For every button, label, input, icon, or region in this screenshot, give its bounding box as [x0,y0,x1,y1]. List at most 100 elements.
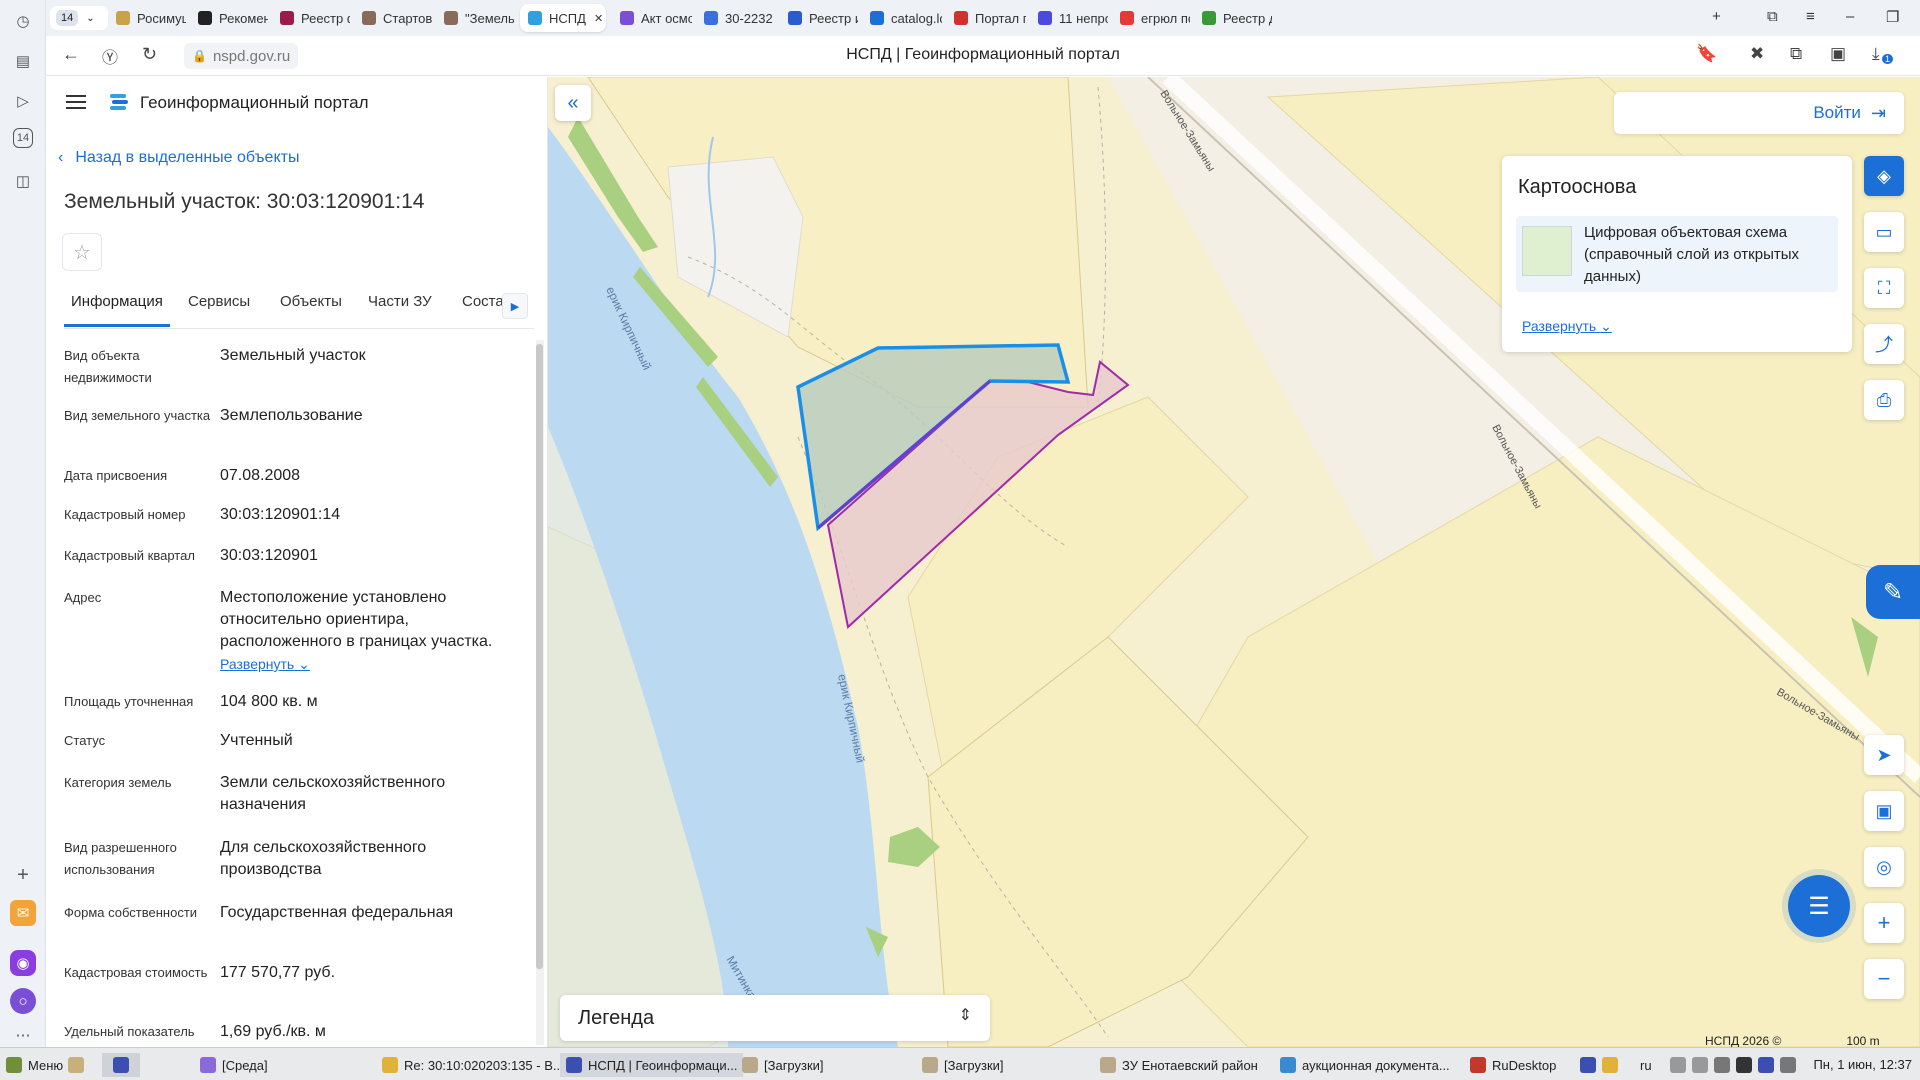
files-launcher-icon[interactable] [68,1053,90,1077]
taskbar-item[interactable]: Re: 30:10:020203:135 - В... [382,1053,564,1077]
battery-icon[interactable] [1780,1057,1796,1073]
browser-tab[interactable]: Росимущ [108,4,186,32]
taskbar-item[interactable]: [Загрузки] [742,1053,824,1077]
menu-icon[interactable]: ≡ [1806,8,1815,25]
tab-favicon-icon [1120,11,1134,25]
property-label: Площадь уточненная [64,694,194,709]
browser-tab[interactable]: catalog.lot [862,4,942,32]
screenshot-icon[interactable]: ◫ [10,168,36,194]
browser-tab[interactable]: Портал го [946,4,1026,32]
tab-label: Рекоменд [219,10,268,26]
browser-launcher-icon[interactable] [102,1053,140,1077]
taskbar-item[interactable]: аукционная документа... [1280,1053,1450,1077]
tab-services[interactable]: Сервисы [188,293,250,327]
extension-icon[interactable]: ✖ [1750,44,1764,64]
browser-tab[interactable]: Реестр фе [272,4,350,32]
chevron-down-icon: ⌄ [1600,318,1612,334]
property-value: 177 570,77 руб. [220,964,336,981]
layers-icon[interactable]: ◈ [1864,156,1904,196]
select-area-icon[interactable]: ⛶ [1864,268,1904,308]
browser-tab[interactable]: Стартова [354,4,432,32]
locate-icon[interactable]: ➤ [1864,735,1904,775]
clipboard-icon[interactable] [1714,1057,1730,1073]
collections-icon[interactable]: ▤ [10,48,36,74]
property-label: Категория земель [64,775,172,790]
more-icon[interactable]: ⋯ [10,1022,36,1048]
new-tab-icon[interactable]: + [1712,8,1721,25]
minimize-icon[interactable]: – [1846,8,1854,25]
hamburger-icon[interactable] [66,95,86,109]
browser-tab[interactable]: 30-2232 П [696,4,776,32]
volume-icon[interactable] [1670,1057,1686,1073]
tabs-scroll-right-icon[interactable]: ▶ [502,293,528,319]
start-menu[interactable]: Меню [6,1053,63,1077]
print-icon[interactable]: ⎙ [1864,380,1904,420]
taskbar-item-label: [Среда] [222,1057,268,1073]
taskbar-item[interactable]: [Среда] [200,1053,268,1077]
bookmark-icon[interactable]: 🔖 [1696,44,1717,64]
legend-panel[interactable]: Легенда ⇕ [560,995,990,1041]
mail-icon[interactable]: ✉ [10,900,36,926]
zoom-out-icon[interactable]: − [1864,959,1904,999]
taskbar-item[interactable]: НСПД | Геоинформаци... [560,1053,744,1077]
panel-scroll-thumb[interactable] [536,344,543,969]
cast-icon[interactable]: ▣ [1830,44,1846,64]
notes-icon[interactable] [1736,1057,1752,1073]
back-to-selection-link[interactable]: ‹ Назад в выделенные объекты [58,149,299,167]
address-expand-link[interactable]: Развернуть ⌄ [220,653,510,675]
browser-tab[interactable]: Акт осмо [612,4,692,32]
browser-tab[interactable]: НСПД ✕ [520,4,606,32]
folder-icon [742,1057,758,1073]
messenger-icon[interactable]: ◉ [10,950,36,976]
copy-icon[interactable]: ⧉ [1790,44,1802,64]
bookmarks-icon[interactable]: ⧉ [1767,8,1778,25]
login-button[interactable]: Войти ⇥ [1614,92,1904,134]
alice-icon[interactable]: ○ [10,988,36,1014]
downloads-icon[interactable]: ⤓ 1 [1872,44,1894,64]
browser-tab[interactable]: "Земельн [436,4,514,32]
app-name: Геоинформационный портал [140,93,369,112]
play-icon[interactable]: ▷ [10,88,36,114]
close-tab-icon[interactable]: ✕ [594,12,603,25]
notes-tray-icon[interactable] [1602,1057,1618,1073]
history-icon[interactable]: ◷ [10,8,36,34]
sync-icon[interactable] [1758,1057,1774,1073]
tab-land-parts[interactable]: Части ЗУ [368,293,432,327]
favorite-star-icon[interactable]: ☆ [62,233,102,271]
browser-tab[interactable]: 11 непроч [1030,4,1108,32]
help-chat-icon[interactable]: ✎ [1866,565,1920,619]
basemap-expand-link[interactable]: Развернуть ⌄ [1522,318,1612,335]
tab-objects[interactable]: Объекты [280,293,342,327]
keyboard-layout[interactable]: ru [1640,1053,1652,1077]
tab-label: егрюл по [1141,10,1190,26]
network-icon[interactable] [1692,1057,1708,1073]
collapse-panel-icon[interactable]: « [555,85,591,121]
share-icon[interactable]: ⤴ [1864,324,1904,364]
taskbar-item[interactable]: RuDesktop [1470,1053,1556,1077]
page-title: НСПД | Геоинформационный портал [846,46,1120,63]
legend-label: Легенда [578,1006,655,1029]
tab-counter[interactable]: 14 ⌄ [50,6,108,30]
login-label: Войти [1813,103,1861,122]
browser-tab[interactable]: Реестр до [1194,4,1272,32]
ruler-icon[interactable]: ▭ [1864,212,1904,252]
browser-tab[interactable]: егрюл по [1112,4,1190,32]
minimap-icon[interactable]: ▣ [1864,791,1904,831]
tab-label: 30-2232 П [725,10,776,26]
taskbar-item[interactable]: [Загрузки] [922,1053,1004,1077]
basemap-option[interactable]: Цифровая объектовая схема (справочный сл… [1516,216,1838,292]
geolocation-icon[interactable]: ◎ [1864,847,1904,887]
yandex-tray-icon[interactable] [1580,1057,1596,1073]
calendar-icon[interactable]: 14 [13,128,33,148]
zoom-in-icon[interactable]: + [1864,903,1904,943]
tab-information[interactable]: Информация [64,293,170,327]
maximize-icon[interactable]: ❐ [1886,8,1899,26]
chat-icon[interactable]: ☰ [1788,875,1850,937]
browser-tab[interactable]: Рекоменд [190,4,268,32]
clock: Пн, 1 июн, 12:37 [1813,1057,1912,1072]
browser-tab[interactable]: Реестр из [780,4,858,32]
add-panel-icon[interactable]: + [10,862,36,888]
taskbar-item[interactable]: ЗУ Енотаевский район [1100,1053,1258,1077]
taskbar-item-label: аукционная документа... [1302,1057,1450,1073]
property-value: 07.08.2008 [220,467,301,484]
